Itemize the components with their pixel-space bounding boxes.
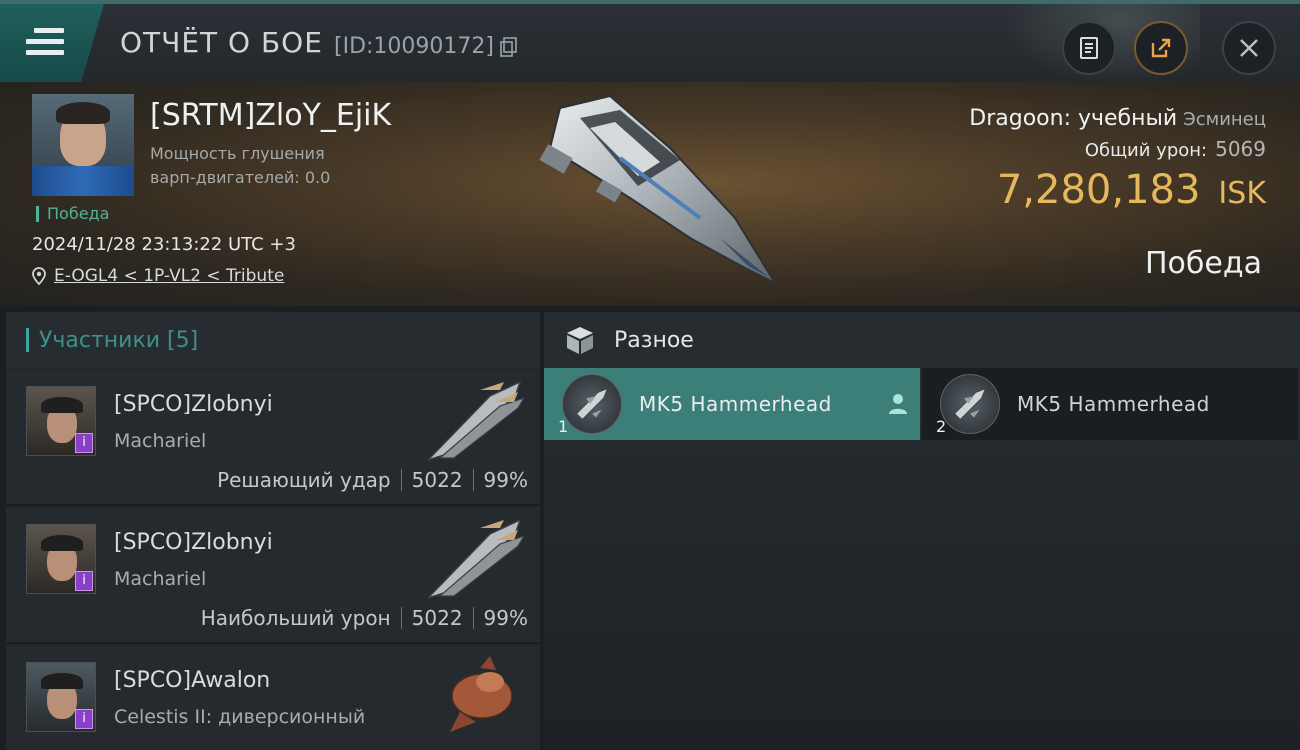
participant-ship-image xyxy=(450,656,513,732)
ship-class: Эсминец xyxy=(1183,109,1266,130)
item-name: MK5 Hammerhead xyxy=(639,392,832,416)
victim-name[interactable]: [SRTM]ZloY_EjiK xyxy=(150,98,391,133)
warp-jam-strength: Мощность глушения варп-двигателей: 0.0 xyxy=(150,144,331,187)
item-count: 1 xyxy=(558,417,569,436)
share-button[interactable] xyxy=(1134,21,1188,75)
menu-icon xyxy=(26,28,64,56)
report-id: [ID:10090172] xyxy=(334,34,494,59)
kill-location[interactable]: E-OGL4 < 1P-VL2 < Tribute xyxy=(32,266,284,286)
participants-header[interactable]: Участники [5] xyxy=(6,312,540,368)
copy-icon[interactable] xyxy=(500,37,518,57)
person-icon xyxy=(889,394,907,414)
share-icon xyxy=(1151,38,1171,58)
misc-item[interactable]: 2 MK5 Hammerhead ✕ xyxy=(922,368,1298,440)
participants-label: Участники [5] xyxy=(39,327,199,353)
participant-avatar[interactable]: i xyxy=(26,524,96,594)
victim-ship-info: Dragoon: учебный Эсминец Общий урон: 5069 … xyxy=(969,106,1266,213)
participant-stats: Решающий удар 5022 99% xyxy=(217,468,528,492)
info-badge-icon: i xyxy=(75,433,93,453)
cargo-box-icon xyxy=(567,327,593,354)
drone-icon xyxy=(940,374,1000,434)
info-badge-icon: i xyxy=(75,571,93,591)
ship-line: Dragoon: учебный Эсминец xyxy=(969,106,1266,131)
participant-damage: 5022 xyxy=(411,606,463,630)
participant-damage: 5022 xyxy=(411,468,463,492)
ship-name[interactable]: Dragoon: учебный xyxy=(969,106,1177,131)
total-damage-value: 5069 xyxy=(1215,137,1266,161)
participant-row[interactable]: i [SPCO]Zlobnyi Machariel Наибольший уро… xyxy=(6,508,540,644)
participant-row[interactable]: i [SPCO]Zlobnyi Machariel Решающий удар … xyxy=(6,370,540,506)
status-badge: Победа xyxy=(36,206,109,222)
participant-percent: 99% xyxy=(483,606,528,630)
info-badge-icon: i xyxy=(75,709,93,729)
misc-panel: Разное 1 MK5 Hammerhead 2 MK5 Hammerhead xyxy=(544,312,1300,750)
participant-ship: Celestis II: диверсионный xyxy=(114,706,366,728)
participant-ship-image xyxy=(427,380,526,461)
participant-name: [SPCO]Zlobnyi xyxy=(114,530,273,555)
top-bar: ОТЧЁТ О БОЕ [ID:10090172] xyxy=(0,0,1300,86)
close-button[interactable] xyxy=(1222,21,1276,75)
participant-avatar[interactable]: i xyxy=(26,386,96,456)
drone-icon xyxy=(562,374,622,434)
misc-item[interactable]: 1 MK5 Hammerhead xyxy=(544,368,920,440)
participant-role: Наибольший урон xyxy=(200,606,391,630)
victim-avatar[interactable] xyxy=(32,94,134,196)
participant-row[interactable]: i [SPCO]Awalon Celestis II: диверсионный xyxy=(6,646,540,750)
isk-value: 7,280,183 xyxy=(996,167,1201,213)
isk-line: 7,280,183 ISK xyxy=(969,167,1266,213)
participant-ship: Machariel xyxy=(114,568,207,590)
isk-currency: ISK xyxy=(1218,176,1266,211)
item-count: 2 xyxy=(936,417,947,436)
menu-button[interactable] xyxy=(0,4,104,82)
page-title: ОТЧЁТ О БОЕ xyxy=(120,26,323,59)
victim-banner: [SRTM]ZloY_EjiK Мощность глушения варп-д… xyxy=(0,82,1300,306)
participant-name: [SPCO]Awalon xyxy=(114,668,271,693)
notes-icon xyxy=(1080,37,1098,59)
misc-label: Разное xyxy=(614,327,694,353)
notes-button[interactable] xyxy=(1062,21,1116,75)
participants-panel: Участники [5] i [SPCO]Zlobnyi Machariel … xyxy=(6,312,540,750)
participant-name: [SPCO]Zlobnyi xyxy=(114,392,273,417)
destroyed-x-icon: ✕ xyxy=(1267,390,1286,415)
participant-ship-image xyxy=(427,518,526,599)
item-name: MK5 Hammerhead xyxy=(1017,392,1210,416)
participant-percent: 99% xyxy=(483,468,528,492)
total-damage-label: Общий урон: xyxy=(1084,140,1208,161)
close-icon xyxy=(1240,39,1258,57)
participant-stats: Наибольший урон 5022 99% xyxy=(201,606,528,630)
victim-ship-image xyxy=(539,94,778,286)
participant-ship: Machariel xyxy=(114,430,207,452)
battle-result: Победа xyxy=(1145,246,1262,281)
kill-datetime: 2024/11/28 23:13:22 UTC +3 xyxy=(32,234,296,255)
total-damage-line: Общий урон: 5069 xyxy=(969,137,1266,161)
location-pin-icon xyxy=(32,267,46,285)
misc-header: Разное xyxy=(544,312,1300,368)
participant-role: Решающий удар xyxy=(217,468,391,492)
participant-avatar[interactable]: i xyxy=(26,662,96,732)
location-link[interactable]: E-OGL4 < 1P-VL2 < Tribute xyxy=(54,266,284,286)
